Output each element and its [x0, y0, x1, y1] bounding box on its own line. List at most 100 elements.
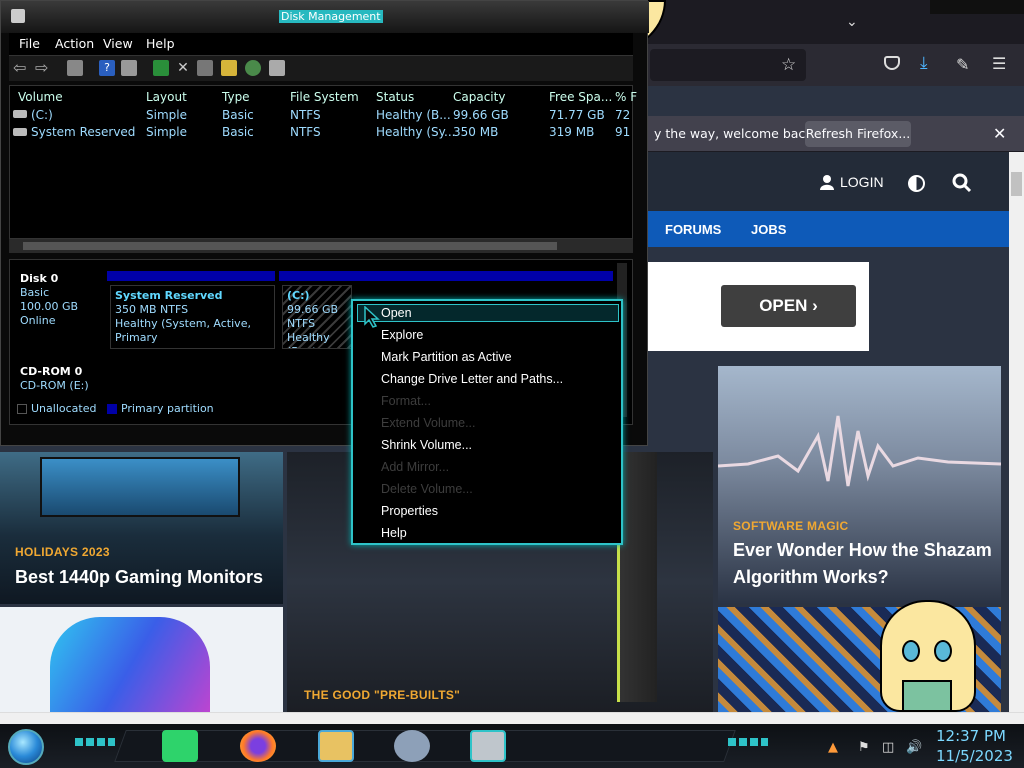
- refresh-icon[interactable]: [153, 60, 169, 76]
- mascot-eye: [902, 640, 920, 662]
- partition-name: (C:): [287, 289, 310, 302]
- search-icon[interactable]: [952, 173, 972, 193]
- pc-case-image: [617, 452, 657, 702]
- theme-toggle-icon[interactable]: [908, 175, 925, 192]
- view-icon[interactable]: [269, 60, 285, 76]
- back-icon[interactable]: ⇦: [13, 60, 29, 76]
- soundwave-image: [718, 415, 1001, 487]
- menu-help[interactable]: Help: [146, 36, 175, 51]
- menu-item-properties[interactable]: Properties: [381, 504, 438, 518]
- nav-forums[interactable]: FORUMS: [665, 222, 721, 237]
- login-link[interactable]: LOGIN: [820, 174, 884, 190]
- card-title[interactable]: Best 1440p Gaming Monitors: [15, 564, 275, 591]
- menu-item-help[interactable]: Help: [381, 526, 407, 540]
- partition-size: 99.66 GB NTFS: [287, 303, 339, 330]
- disk-cleanup-icon[interactable]: [394, 730, 430, 762]
- horizontal-scrollbar[interactable]: [0, 712, 1024, 724]
- cell-percent-free: 91: [615, 125, 631, 139]
- volume-icon[interactable]: 🔊: [906, 740, 922, 755]
- app-icon[interactable]: [11, 9, 25, 23]
- legend-label: Unallocated: [31, 402, 97, 415]
- partition-status: Healthy (Boot: [287, 331, 330, 348]
- cursor-icon: [364, 306, 380, 328]
- col-type[interactable]: Type: [222, 90, 250, 104]
- login-label: LOGIN: [840, 174, 884, 190]
- col-layout[interactable]: Layout: [146, 90, 187, 104]
- downloads-icon[interactable]: ⤓: [920, 53, 928, 73]
- col-filesystem[interactable]: File System: [290, 90, 359, 104]
- menu-item-mark-active[interactable]: Mark Partition as Active: [381, 350, 512, 364]
- menu-action[interactable]: Action: [55, 36, 94, 51]
- menu-item-open[interactable]: Open: [381, 306, 412, 320]
- notes-app-icon[interactable]: [162, 730, 198, 762]
- bookmark-star-icon[interactable]: ☆: [781, 55, 796, 75]
- col-status[interactable]: Status: [376, 90, 414, 104]
- menu-item-shrink-volume[interactable]: Shrink Volume...: [381, 438, 472, 452]
- partition-c-drive[interactable]: (C:) 99.66 GB NTFS Healthy (Boot: [282, 285, 352, 349]
- ad-open-button[interactable]: OPEN ›: [721, 285, 856, 327]
- refresh-firefox-button[interactable]: Refresh Firefox...: [805, 121, 911, 147]
- firefox-icon[interactable]: [240, 730, 276, 762]
- nav-jobs[interactable]: JOBS: [751, 222, 786, 237]
- card-title[interactable]: Ever Wonder How the Shazam Algorithm Wor…: [733, 537, 993, 591]
- disk-0-label[interactable]: Disk 0 Basic 100.00 GB Online: [20, 272, 78, 328]
- flag-icon[interactable]: ⚑: [858, 740, 870, 755]
- mascot-sticker: [880, 600, 976, 712]
- menu-item-extend-volume: Extend Volume...: [381, 416, 476, 430]
- menu-file[interactable]: File: [19, 36, 40, 51]
- file-explorer-icon[interactable]: [318, 730, 354, 762]
- rescan-icon[interactable]: [197, 60, 213, 76]
- notification-text: y the way, welcome back!: [654, 126, 818, 141]
- scroll-thumb[interactable]: [23, 242, 557, 250]
- cell-type: Basic: [222, 125, 254, 139]
- partition-system-reserved[interactable]: System Reserved 350 MB NTFS Healthy (Sys…: [110, 285, 275, 349]
- scroll-thumb[interactable]: [1011, 172, 1022, 196]
- menu-hamburger-icon[interactable]: ☰: [992, 54, 1006, 73]
- col-free-space[interactable]: Free Spa...: [549, 90, 612, 104]
- ad-open-label: OPEN: [759, 296, 808, 315]
- clock-time[interactable]: 12:37 PM: [936, 727, 1006, 745]
- col-capacity[interactable]: Capacity: [453, 90, 505, 104]
- col-percent-free[interactable]: % F: [615, 90, 637, 104]
- network-icon[interactable]: ◫: [882, 740, 894, 755]
- list-tabs-icon[interactable]: ⌄: [846, 14, 858, 30]
- list-hscrollbar[interactable]: [9, 239, 633, 253]
- disk-drive-letter: CD-ROM (E:): [20, 379, 89, 392]
- forward-icon[interactable]: ⇨: [35, 60, 51, 76]
- search-icon[interactable]: [245, 60, 261, 76]
- open-folder-icon[interactable]: [221, 60, 237, 76]
- cell-volume: (C:): [31, 108, 53, 122]
- user-icon: [820, 174, 834, 190]
- cell-status: Healthy (B...: [376, 108, 451, 122]
- disk-size: 100.00 GB: [20, 300, 79, 313]
- partition-status: Healthy (System, Active, Primary: [115, 317, 251, 344]
- card-windows[interactable]: [0, 607, 283, 712]
- menu-item-change-drive-letter[interactable]: Change Drive Letter and Paths...: [381, 372, 563, 386]
- clock-date[interactable]: 11/5/2023: [936, 747, 1013, 765]
- vertical-scrollbar[interactable]: [1009, 152, 1024, 712]
- tray-app-icon[interactable]: ▲: [828, 740, 838, 755]
- decor-lights: [728, 738, 768, 746]
- copilot-logo: [50, 617, 210, 712]
- partition-size: 350 MB NTFS: [115, 303, 189, 316]
- disk-management-taskbar-icon[interactable]: [470, 730, 506, 762]
- help-icon[interactable]: ?: [99, 60, 115, 76]
- start-button[interactable]: [8, 729, 44, 765]
- delete-icon[interactable]: ✕: [175, 60, 191, 76]
- console-tree-icon[interactable]: [67, 60, 83, 76]
- extensions-icon[interactable]: ✎: [956, 55, 969, 74]
- cell-filesystem: NTFS: [290, 108, 321, 122]
- properties-icon[interactable]: [121, 60, 137, 76]
- legend: Unallocated Primary partition: [17, 402, 214, 415]
- decor-lights: [75, 738, 115, 746]
- disk-name: Disk 0: [20, 272, 59, 285]
- cdrom-0-label[interactable]: CD-ROM 0 CD-ROM (E:): [20, 365, 89, 393]
- drive-icon: [13, 110, 27, 118]
- taskbar: [0, 724, 1024, 768]
- menu-item-explore[interactable]: Explore: [381, 328, 423, 342]
- close-icon[interactable]: ✕: [993, 124, 1006, 143]
- window-controls[interactable]: [930, 0, 1024, 14]
- cell-free-space: 71.77 GB: [549, 108, 605, 122]
- col-volume[interactable]: Volume: [18, 90, 63, 104]
- menu-view[interactable]: View: [103, 36, 133, 51]
